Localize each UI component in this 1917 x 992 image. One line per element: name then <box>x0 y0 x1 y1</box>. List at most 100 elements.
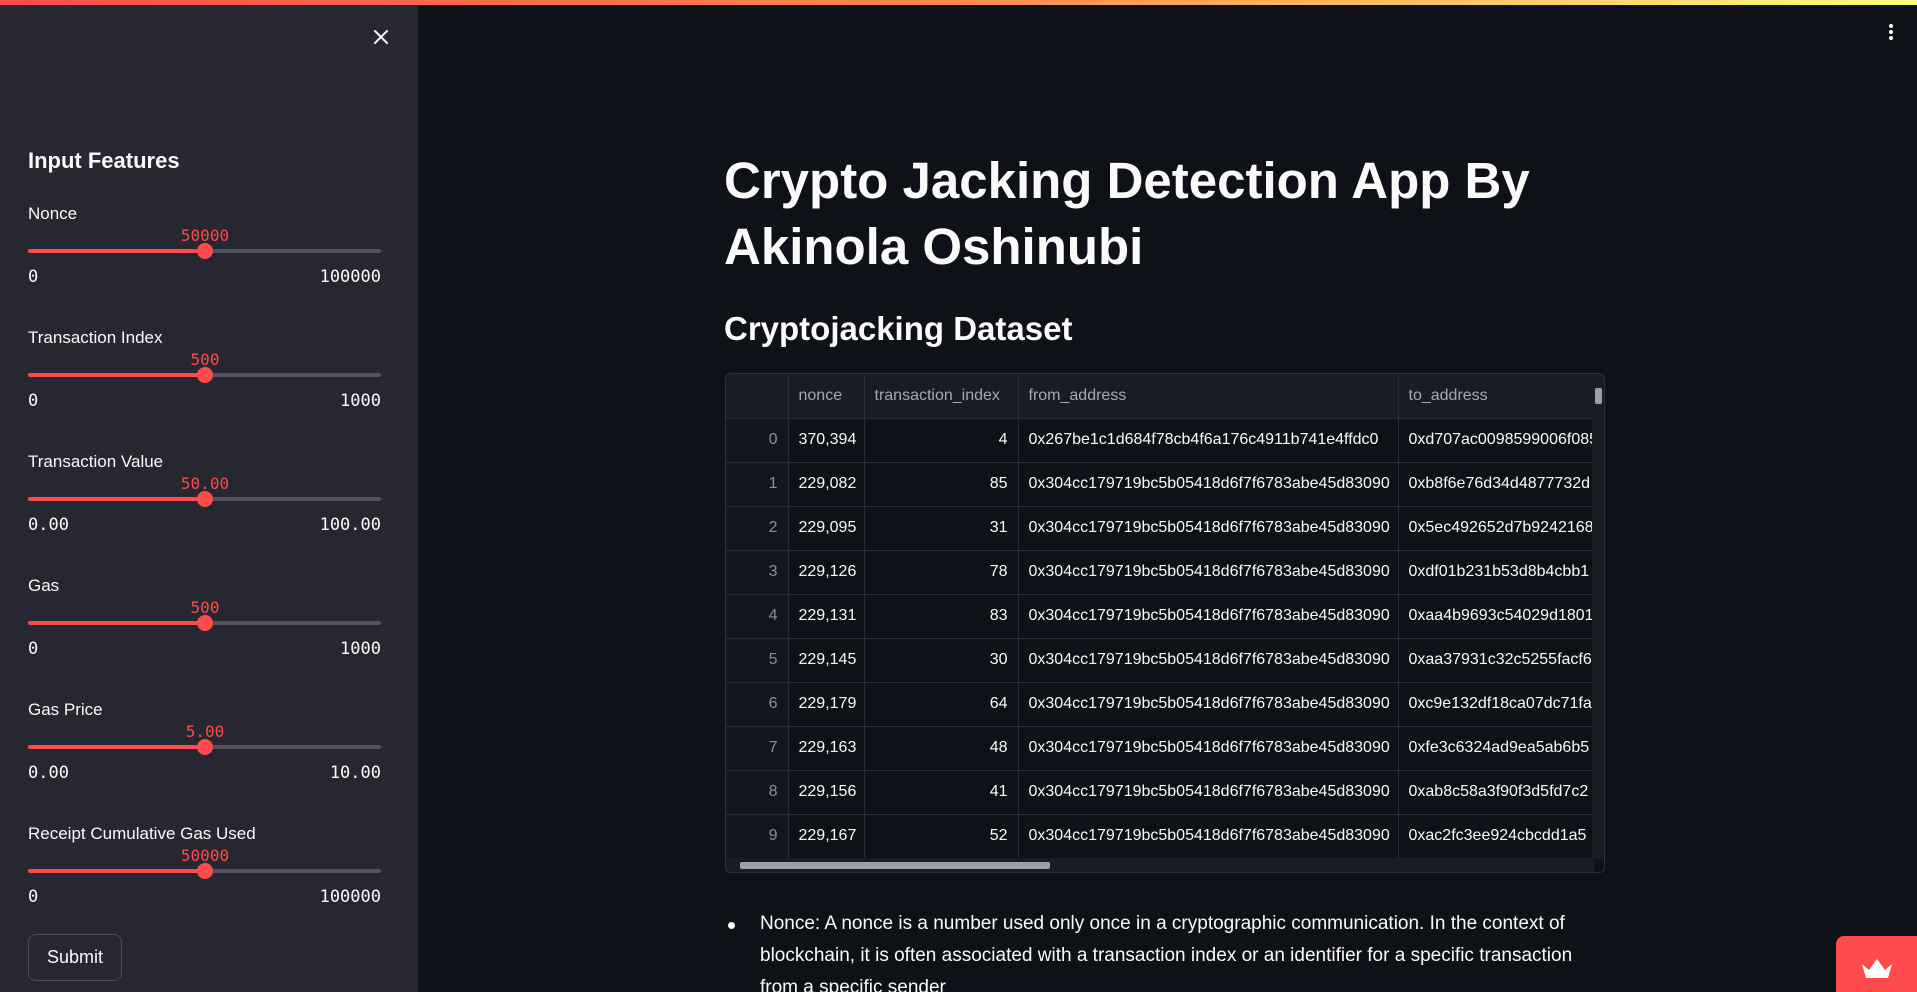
slider-transaction-index[interactable]: Transaction Index 500 0 1000 <box>28 328 381 428</box>
column-header[interactable]: transaction_index <box>864 374 1019 419</box>
slider-min: 0 <box>28 887 39 907</box>
table-row[interactable]: 6 229,179 64 0x304cc179719bc5b05418d6f7f678… <box>726 682 1604 727</box>
dataset-subtitle: Cryptojacking Dataset <box>724 310 1073 347</box>
table-cell: 0xab8c58a3f90f3d5fd7c2 <box>1398 770 1604 815</box>
vertical-scroll-thumb[interactable] <box>1595 388 1602 404</box>
slider-thumb[interactable] <box>197 367 213 383</box>
table-cell: 64 <box>864 682 1019 727</box>
slider-thumb[interactable] <box>197 491 213 507</box>
slider-gas-price[interactable]: Gas Price 5.00 0.00 10.00 <box>28 700 381 800</box>
slider-max: 100000 <box>319 887 381 907</box>
slider-fill <box>28 249 205 253</box>
slider-gas[interactable]: Gas 500 0 1000 <box>28 576 381 676</box>
column-header[interactable]: nonce <box>788 374 865 419</box>
table-cell: 41 <box>864 770 1019 815</box>
dataset-table[interactable]: nonce transaction_index from_address to_add… <box>725 373 1605 873</box>
table-cell: 0x304cc179719bc5b05418d6f7f6783abe45d830… <box>1018 594 1399 639</box>
table-cell: 229,082 <box>788 462 865 507</box>
table-cell: 0x304cc179719bc5b05418d6f7f6783abe45d830… <box>1018 506 1399 551</box>
slider-receipt-cumulative-gas-used[interactable]: Receipt Cumulative Gas Used 50000 0 100000 <box>28 824 381 924</box>
table-cell: 0x304cc179719bc5b05418d6f7f6783abe45d830… <box>1018 814 1399 859</box>
table-cell: 83 <box>864 594 1019 639</box>
table-cell: 229,095 <box>788 506 865 551</box>
table-cell: 0xc9e132df18ca07dc71fa <box>1398 682 1604 727</box>
streamlit-badge[interactable] <box>1836 936 1917 992</box>
slider-label: Gas Price <box>28 700 103 719</box>
table-cell: 229,145 <box>788 638 865 683</box>
table-cell: 4 <box>864 418 1019 463</box>
data-grid: nonce transaction_index from_address to_add… <box>726 374 1604 859</box>
table-cell: 229,179 <box>788 682 865 727</box>
table-header-row: nonce transaction_index from_address to_add… <box>726 374 1604 419</box>
horizontal-scrollbar[interactable] <box>726 858 1594 872</box>
table-cell: 6 <box>726 682 789 727</box>
table-row[interactable]: 5 229,145 30 0x304cc179719bc5b05418d6f7f678… <box>726 638 1604 683</box>
slider-label: Nonce <box>28 204 78 223</box>
slider-min: 0.00 <box>28 763 69 783</box>
slider-thumb[interactable] <box>197 863 213 879</box>
table-cell: 1 <box>726 462 789 507</box>
table-cell: 229,167 <box>788 814 865 859</box>
column-header[interactable]: to_address <box>1398 374 1604 419</box>
slider-nonce[interactable]: Nonce 50000 0 100000 <box>28 204 381 304</box>
table-cell: 370,394 <box>788 418 865 463</box>
table-cell: 5 <box>726 638 789 683</box>
table-cell: 7 <box>726 726 789 771</box>
table-cell: 8 <box>726 770 789 815</box>
table-cell: 0 <box>726 418 789 463</box>
feature-description-list: Nonce: A nonce is a number used only onc… <box>724 908 1584 992</box>
slider-max: 10.00 <box>329 763 381 783</box>
table-row[interactable]: 1 229,082 85 0x304cc179719bc5b05418d6f7f678… <box>726 462 1604 507</box>
slider-transaction-value[interactable]: Transaction Value 50.00 0.00 100.00 <box>28 452 381 552</box>
sidebar-title: Input Features <box>28 148 180 173</box>
slider-max: 100000 <box>319 267 381 287</box>
close-icon <box>374 30 388 44</box>
table-cell: 0x304cc179719bc5b05418d6f7f6783abe45d830… <box>1018 638 1399 683</box>
submit-button[interactable]: Submit <box>28 934 122 981</box>
table-cell: 48 <box>864 726 1019 771</box>
horizontal-scroll-thumb[interactable] <box>740 862 1050 869</box>
table-cell: 0xfe3c6324ad9ea5ab6b5 <box>1398 726 1604 771</box>
table-row[interactable]: 9 229,167 52 0x304cc179719bc5b05418d6f7f678… <box>726 814 1604 859</box>
table-cell: 52 <box>864 814 1019 859</box>
column-header[interactable]: from_address <box>1018 374 1399 419</box>
slider-fill <box>28 745 205 749</box>
table-cell: 0x304cc179719bc5b05418d6f7f6783abe45d830… <box>1018 770 1399 815</box>
table-row[interactable]: 3 229,126 78 0x304cc179719bc5b05418d6f7f678… <box>726 550 1604 595</box>
crown-icon <box>1862 959 1892 978</box>
slider-label: Receipt Cumulative Gas Used <box>28 824 256 843</box>
table-cell: 0x304cc179719bc5b05418d6f7f6783abe45d830… <box>1018 462 1399 507</box>
table-row[interactable]: 0 370,394 4 0x267be1c1d684f78cb4f6a176c4911… <box>726 418 1604 463</box>
vertical-scrollbar[interactable] <box>1592 374 1604 859</box>
table-cell: 0x5ec492652d7b9242168 <box>1398 506 1604 551</box>
table-cell: 0xaa37931c32c5255facf6 <box>1398 638 1604 683</box>
table-cell: 0xdf01b231b53d8b4cbb1 <box>1398 550 1604 595</box>
table-row[interactable]: 2 229,095 31 0x304cc179719bc5b05418d6f7f678… <box>726 506 1604 551</box>
table-cell: 0xb8f6e76d34d4877732d <box>1398 462 1604 507</box>
table-cell: 229,163 <box>788 726 865 771</box>
table-cell: 9 <box>726 814 789 859</box>
top-decoration-bar <box>0 0 1917 5</box>
table-cell: 0xac2fc3ee924cbcdd1a5 <box>1398 814 1604 859</box>
slider-fill <box>28 497 205 501</box>
list-item: Nonce: A nonce is a number used only onc… <box>724 908 1584 992</box>
table-row[interactable]: 7 229,163 48 0x304cc179719bc5b05418d6f7f678… <box>726 726 1604 771</box>
column-header[interactable] <box>726 374 789 419</box>
table-cell: 229,156 <box>788 770 865 815</box>
table-cell: 0xaa4b9693c54029d1801 <box>1398 594 1604 639</box>
close-sidebar-button[interactable] <box>368 24 394 50</box>
table-row[interactable]: 8 229,156 41 0x304cc179719bc5b05418d6f7f678… <box>726 770 1604 815</box>
table-cell: 0x267be1c1d684f78cb4f6a176c4911b741e4ffd… <box>1018 418 1399 463</box>
slider-thumb[interactable] <box>197 615 213 631</box>
table-cell: 85 <box>864 462 1019 507</box>
slider-thumb[interactable] <box>197 243 213 259</box>
slider-thumb[interactable] <box>197 739 213 755</box>
table-row[interactable]: 4 229,131 83 0x304cc179719bc5b05418d6f7f678… <box>726 594 1604 639</box>
slider-label: Transaction Index <box>28 328 163 347</box>
slider-label: Transaction Value <box>28 452 164 471</box>
slider-max: 100.00 <box>319 515 381 535</box>
slider-fill <box>28 373 205 377</box>
table-cell: 4 <box>726 594 789 639</box>
main-menu-button[interactable] <box>1884 22 1898 46</box>
page-title: Crypto Jacking Detection App By Akinola … <box>724 152 1530 275</box>
